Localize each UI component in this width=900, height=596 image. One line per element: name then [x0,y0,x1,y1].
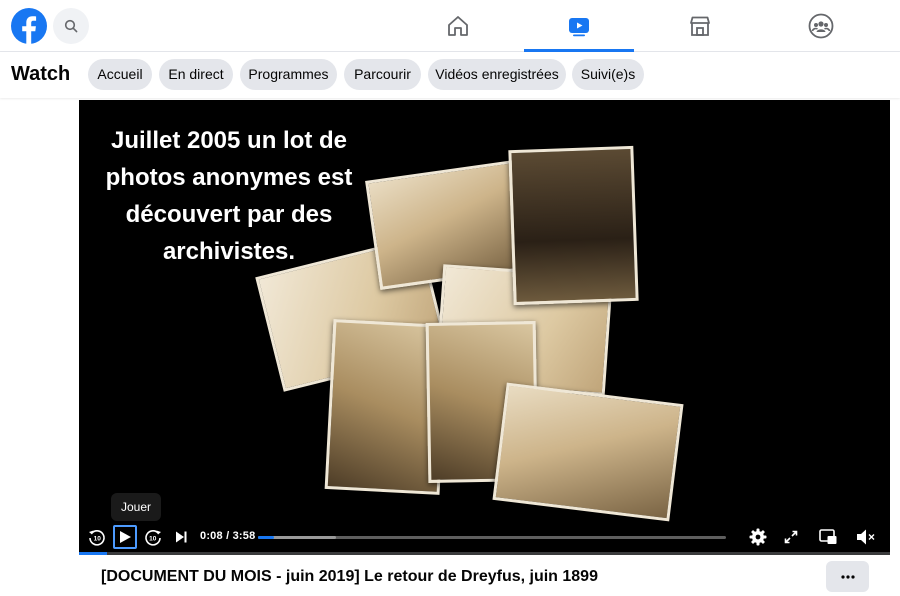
next-video-button[interactable] [169,525,193,549]
pill-parcourir[interactable]: Parcourir [344,59,421,90]
volume-muted-icon [857,529,875,545]
nav-tab-marketplace[interactable] [645,0,755,52]
duration: 3:58 [232,530,256,542]
video-progress-line [79,552,890,555]
watch-icon [569,18,589,37]
home-icon [448,16,468,36]
nav-tab-home[interactable] [403,0,513,52]
play-tooltip: Jouer [111,493,161,521]
rewind-10-icon: 10 [89,530,105,546]
window-photo [508,145,639,306]
time-display: 0:08 / 3:58 [200,530,256,542]
more-options-button[interactable] [826,561,869,592]
ship-photo [492,382,684,522]
search-button[interactable] [53,8,89,44]
play-button[interactable] [113,525,137,549]
pill-videos-enregistrees[interactable]: Vidéos enregistrées [428,59,566,90]
pill-programmes[interactable]: Programmes [240,59,337,90]
gear-icon [749,528,767,546]
nav-tab-watch[interactable] [524,0,634,52]
watch-header: Watch Accueil En direct Programmes Parco… [0,52,900,98]
svg-text:10: 10 [94,535,102,542]
pill-accueil[interactable]: Accueil [88,59,152,90]
video-overlay-text: Juillet 2005 un lot de photos anonymes e… [105,127,353,265]
search-icon [64,19,78,33]
facebook-logo-icon[interactable] [11,8,47,44]
scrub-bar[interactable] [258,536,726,539]
current-time: 0:08 [200,530,223,542]
page-title: Watch [11,63,71,85]
picture-in-picture-button[interactable] [816,525,840,549]
mute-button[interactable] [854,525,878,549]
play-icon [120,531,131,543]
scrub-progress [258,536,274,539]
fullscreen-button[interactable] [779,525,803,549]
groups-icon [808,13,834,39]
svg-text:10: 10 [149,535,157,542]
expand-icon [784,530,798,544]
pill-suivis[interactable]: Suivi(e)s [572,59,644,90]
top-navigation-bar [0,0,900,52]
rewind-10-button[interactable]: 10 [85,525,109,549]
marketplace-icon [690,16,710,36]
video-player[interactable]: Juillet 2005 un lot de photos anonymes e… [79,100,890,554]
video-progress-fill [79,552,107,555]
video-controls: 10 10 0:08 / 3:58 [79,520,890,554]
forward-10-icon: 10 [145,530,161,546]
forward-10-button[interactable]: 10 [141,525,165,549]
skip-next-icon [176,531,187,543]
picture-in-picture-icon [819,529,837,544]
video-title[interactable]: [DOCUMENT DU MOIS - juin 2019] Le retour… [101,568,598,586]
settings-button[interactable] [746,525,770,549]
nav-tab-groups[interactable] [766,0,876,52]
pill-en-direct[interactable]: En direct [159,59,233,90]
more-icon [840,574,855,579]
